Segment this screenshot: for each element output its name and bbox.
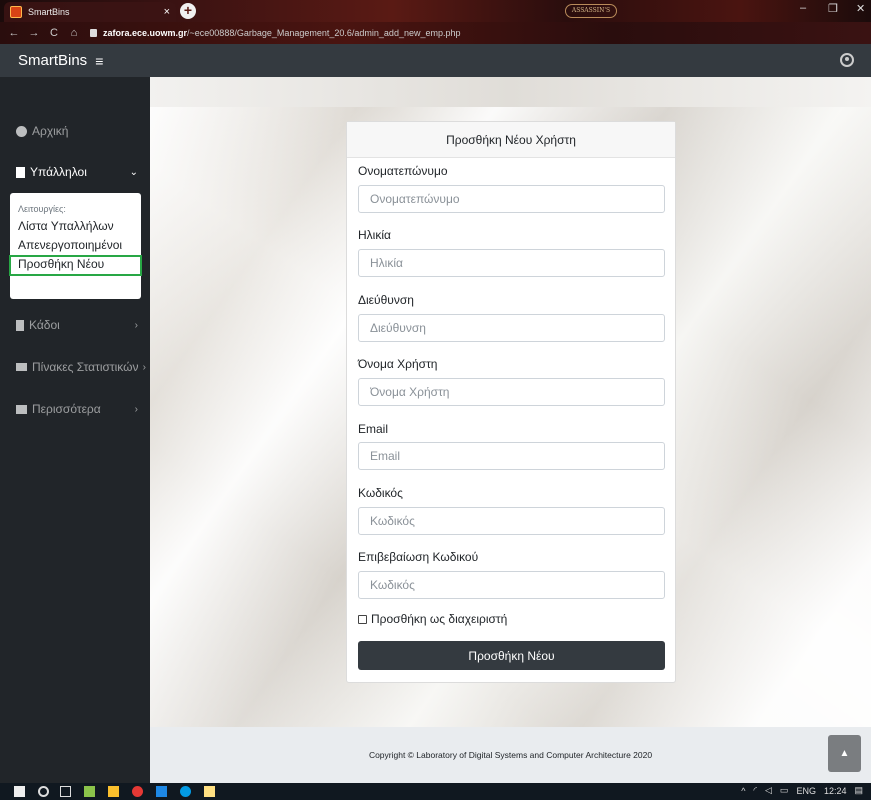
employees-icon [16, 166, 25, 178]
address-bar: ← → C ⌂ zafora.ece.uowm.gr /~ece00888/Ga… [0, 22, 871, 61]
minimize-icon[interactable]: – [800, 2, 806, 14]
confirm-password-input[interactable] [358, 571, 665, 599]
footer: Copyright © Laboratory of Digital System… [150, 727, 871, 783]
tab-close-icon[interactable]: × [164, 6, 170, 18]
new-tab-button[interactable]: + [180, 3, 196, 19]
chevron-right-icon: › [134, 319, 138, 331]
start-icon[interactable] [14, 786, 25, 797]
chrome-taskbar-icon[interactable] [132, 786, 143, 797]
card-title: Προσθήκη Νέου Χρήστη [347, 122, 675, 158]
forward-icon[interactable]: → [28, 27, 40, 39]
url-field[interactable]: zafora.ece.uowm.gr /~ece00888/Garbage_Ma… [90, 28, 461, 38]
age-input[interactable] [358, 249, 665, 277]
os-taskbar: ^ ◜ ◁ ▭ ENG 12:24 ▤ [0, 783, 871, 800]
tab-title: SmartBins [28, 7, 70, 17]
sidebar-item-statistics[interactable]: Πίνακες Στατιστικών › [0, 353, 150, 381]
confirm-password-label: Επιβεβαίωση Κωδικού [358, 550, 479, 564]
admin-checkbox-label: Προσθήκη ως διαχειριστή [371, 612, 508, 626]
username-label: Όνομα Χρήστη [358, 357, 438, 371]
sidebar-item-home[interactable]: Αρχική [0, 117, 150, 145]
submenu-item-employee-list[interactable]: Λίστα Υπαλλήλων [10, 217, 141, 236]
sidebar-item-label: Υπάλληλοι [30, 165, 87, 179]
email-input[interactable] [358, 442, 665, 470]
app-icon[interactable] [84, 786, 95, 797]
sidebar-item-label: Αρχική [32, 124, 69, 138]
chart-icon [16, 363, 27, 371]
sidebar-item-label: Πίνακες Στατιστικών [32, 360, 139, 374]
address-input[interactable] [358, 314, 665, 342]
age-label: Ηλικία [358, 228, 391, 242]
network-icon[interactable]: ◜ [754, 785, 758, 796]
maximize-icon[interactable]: ❐ [828, 2, 838, 15]
add-user-card: Προσθήκη Νέου Χρήστη Ονοματεπώνυμο Ηλικί… [346, 121, 676, 683]
content-top-strip [150, 77, 871, 107]
sidebar: Αρχική Υπάλληλοι ⌄ Λειτουργίες: Λίστα Υπ… [0, 77, 150, 783]
notifications-icon[interactable]: ▤ [854, 785, 863, 796]
browser-tab-bar: SmartBins × + ASSASSIN'S – ❐ ✕ [0, 0, 871, 22]
email-label: Email [358, 422, 389, 436]
submenu-item-add-new[interactable]: Προσθήκη Νέου [9, 255, 142, 276]
submenu-header: Λειτουργίες: [18, 204, 66, 214]
tray-chevron-icon[interactable]: ^ [741, 786, 745, 796]
chevron-right-icon: › [142, 361, 146, 373]
copyright-text: Copyright © Laboratory of Digital System… [368, 750, 653, 760]
task-view-icon[interactable] [60, 786, 71, 797]
admin-checkbox-row[interactable]: Προσθήκη ως διαχειριστή [358, 612, 507, 626]
fullname-input[interactable] [358, 185, 665, 213]
username-input[interactable] [358, 378, 665, 406]
search-icon[interactable] [38, 786, 49, 797]
submenu-item-deactivated[interactable]: Απενεργοποιημένοι [10, 236, 141, 255]
password-label: Κωδικός [358, 486, 403, 500]
volume-icon[interactable]: ◁ [765, 785, 772, 796]
fullname-label: Ονοματεπώνυμο [358, 164, 448, 178]
url-path: /~ece00888/Garbage_Management_20.6/admin… [187, 28, 461, 38]
user-account-icon[interactable] [840, 53, 854, 67]
sidebar-item-employees[interactable]: Υπάλληλοι ⌄ [0, 158, 150, 186]
url-host: zafora.ece.uowm.gr [103, 28, 188, 38]
add-new-button[interactable]: Προσθήκη Νέου [358, 641, 665, 670]
sidebar-item-label: Περισσότερα [32, 402, 101, 416]
keyboard-icon[interactable]: ▭ [780, 785, 789, 796]
sidebar-item-more[interactable]: Περισσότερα › [0, 395, 150, 423]
employees-submenu: Λειτουργίες: Λίστα Υπαλλήλων Απενεργοποι… [9, 193, 142, 299]
language-indicator[interactable]: ENG [796, 786, 816, 796]
admin-checkbox[interactable] [358, 614, 367, 624]
sidebar-toggle-icon[interactable]: ≡ [95, 53, 103, 69]
system-tray: ^ ◜ ◁ ▭ ENG 12:24 ▤ [741, 785, 863, 796]
browser-tab[interactable]: SmartBins × [4, 2, 176, 22]
chevron-right-icon: › [134, 403, 138, 415]
favicon-icon [10, 6, 22, 18]
notes-icon[interactable] [204, 786, 215, 797]
sidebar-item-label: Κάδοι [29, 318, 60, 332]
password-input[interactable] [358, 507, 665, 535]
clock[interactable]: 12:24 [824, 786, 847, 796]
chevron-down-icon: ⌄ [129, 166, 138, 178]
skype-icon[interactable] [180, 786, 191, 797]
dashboard-icon [16, 125, 27, 137]
scroll-to-top-button[interactable]: ▲ [828, 735, 861, 772]
lock-icon [90, 29, 97, 37]
address-label: Διεύθυνση [358, 293, 414, 307]
brand-title[interactable]: SmartBins [18, 52, 87, 69]
close-window-icon[interactable]: ✕ [856, 2, 865, 15]
app-navbar: SmartBins ≡ [0, 44, 871, 77]
more-icon [16, 404, 27, 414]
file-explorer-icon[interactable] [108, 786, 119, 797]
sidebar-item-bins[interactable]: Κάδοι › [0, 311, 150, 339]
reload-icon[interactable]: C [48, 27, 60, 39]
theme-logo: ASSASSIN'S [565, 4, 617, 18]
document-icon[interactable] [156, 786, 167, 797]
home-icon[interactable]: ⌂ [68, 27, 80, 39]
bin-icon [16, 319, 24, 331]
back-icon[interactable]: ← [8, 27, 20, 39]
